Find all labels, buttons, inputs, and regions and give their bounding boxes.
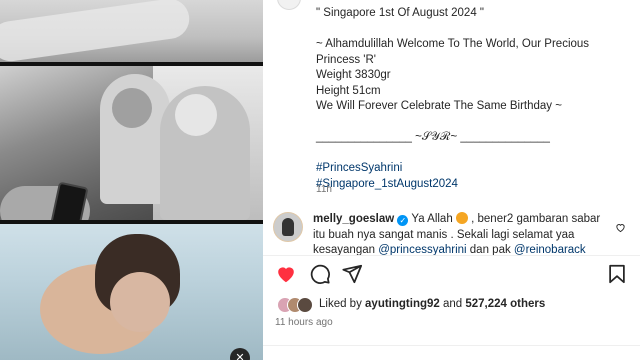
add-comment-divider bbox=[263, 345, 640, 346]
caption-line: Princess 'R' bbox=[316, 53, 376, 66]
hashtag-link[interactable]: #Singapore_1stAugust2024 bbox=[316, 177, 616, 193]
bookmark-icon[interactable] bbox=[606, 263, 630, 287]
comment-text: melly_goeslaw ✓ Ya Allah , bener2 gambar… bbox=[313, 212, 601, 256]
post-caption: " Singapore 1st Of August 2024 " ~ Alham… bbox=[316, 6, 616, 192]
comment-like-icon[interactable] bbox=[615, 222, 626, 236]
caption-line: ~ Alhamdulillah Welcome To The World, Ou… bbox=[316, 38, 590, 50]
likes-text[interactable]: Liked by ayutingting92 and 527,224 other… bbox=[319, 298, 545, 310]
comment-icon[interactable] bbox=[309, 263, 333, 287]
caption-line: Weight 3830gr bbox=[316, 69, 391, 81]
caption-line: " Singapore 1st Of August 2024 " bbox=[316, 7, 484, 19]
commenter-username[interactable]: melly_goeslaw bbox=[313, 213, 394, 225]
post-detail-panel: " Singapore 1st Of August 2024 " ~ Alham… bbox=[263, 0, 640, 360]
hashtag-link[interactable]: #PrincesSyahrini bbox=[316, 161, 616, 177]
caption-timestamp[interactable]: 11h bbox=[316, 184, 332, 195]
post-media[interactable]: ✕ bbox=[0, 0, 263, 360]
caption-line: Height 51cm bbox=[316, 84, 381, 97]
liker-username[interactable]: ayutingting92 bbox=[365, 298, 440, 310]
post-actions-bar bbox=[275, 263, 630, 289]
photo-delivery-room bbox=[0, 66, 263, 220]
liker-avatars[interactable] bbox=[277, 297, 317, 313]
post-timestamp[interactable]: 11 hours ago bbox=[275, 317, 333, 328]
caption-signature: _______________ ~𝒮𝒴ℛ~ ______________ bbox=[316, 131, 550, 143]
likes-count[interactable]: 527,224 others bbox=[465, 298, 545, 310]
crying-emoji-icon bbox=[455, 212, 468, 224]
photo-father-and-baby bbox=[0, 224, 263, 360]
likes-summary: Liked by ayutingting92 and 527,224 other… bbox=[277, 296, 617, 316]
photo-hospital-bed bbox=[0, 0, 263, 62]
heart-filled-icon[interactable] bbox=[275, 263, 299, 287]
caption-line: We Will Forever Celebrate The Same Birth… bbox=[316, 100, 562, 112]
verified-badge-icon: ✓ bbox=[397, 215, 409, 226]
section-divider bbox=[263, 255, 640, 256]
paper-plane-icon[interactable] bbox=[341, 263, 365, 287]
author-avatar[interactable] bbox=[277, 0, 301, 10]
commenter-avatar[interactable] bbox=[273, 212, 303, 242]
